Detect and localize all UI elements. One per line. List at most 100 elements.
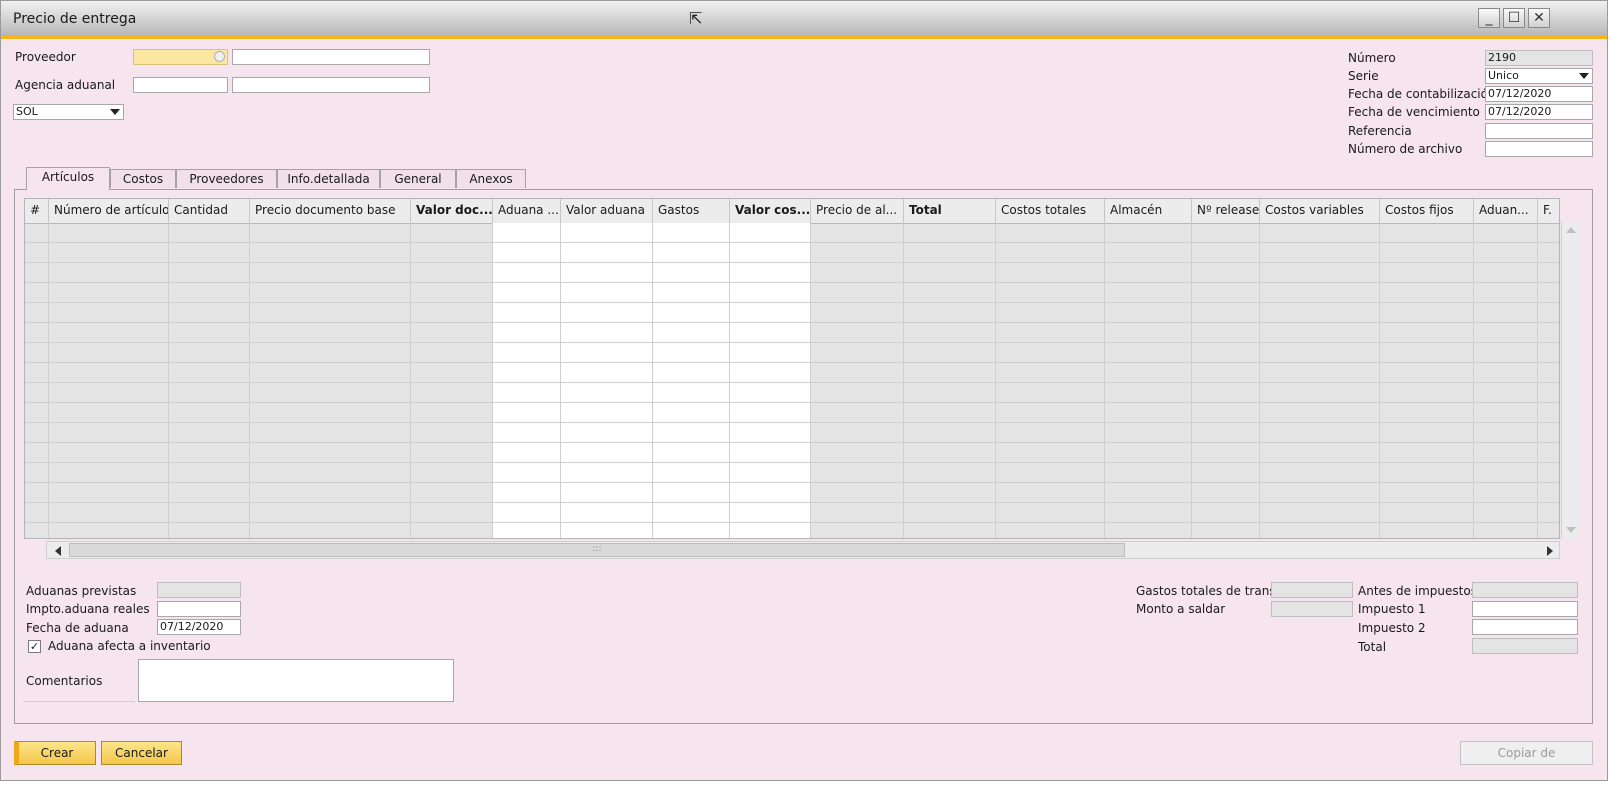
proveedor-label: Proveedor [15, 50, 76, 64]
proveedor-name-input[interactable] [232, 49, 430, 65]
grid-column[interactable] [25, 223, 49, 538]
chevron-down-icon [1579, 73, 1589, 79]
currency-select[interactable]: SOL [13, 104, 124, 120]
grid-column[interactable] [561, 223, 653, 538]
gastos-totales-transp-label: Gastos totales de transp [1136, 584, 1271, 598]
col-header-cantidad[interactable]: Cantidad [169, 199, 250, 223]
col-header-valor-costo[interactable]: Valor cos... [730, 199, 811, 223]
maximize-icon[interactable]: ☐ [1503, 8, 1525, 28]
serie-select[interactable]: Unico [1485, 68, 1593, 84]
numero-label: Número [1348, 51, 1396, 65]
scroll-thumb[interactable]: ::: [69, 543, 1125, 557]
monto-a-saldar-label: Monto a saldar [1136, 602, 1226, 616]
mouse-cursor-icon: ⇱ [689, 9, 703, 28]
grid-vertical-scrollbar[interactable] [1561, 221, 1580, 539]
col-header-costos-fijos[interactable]: Costos fijos [1380, 199, 1474, 223]
referencia-input[interactable] [1485, 123, 1593, 139]
title-bar[interactable]: Precio de entrega _ ☐ ✕ [1, 1, 1607, 39]
col-header-valor-doc[interactable]: Valor doc... [411, 199, 493, 223]
tab-costos[interactable]: Costos [110, 169, 176, 188]
impuesto-1-input[interactable] [1472, 601, 1578, 617]
grid-column[interactable] [1474, 223, 1538, 538]
impto-aduana-reales-input[interactable] [157, 601, 241, 617]
impuesto-2-input[interactable] [1472, 619, 1578, 635]
tab-anexos[interactable]: Anexos [456, 169, 526, 188]
impuesto-1-label: Impuesto 1 [1358, 602, 1426, 616]
grid-column[interactable] [49, 223, 169, 538]
articulos-grid[interactable]: # Número de artículo Cantidad Precio doc… [24, 198, 1560, 539]
total-field [1472, 638, 1578, 654]
antes-impuestos-label: Antes de impuestos [1358, 584, 1477, 598]
fecha-vencimiento-input[interactable]: 07/12/2020 [1485, 104, 1593, 120]
col-header-costos-variables[interactable]: Costos variables [1260, 199, 1380, 223]
grid-horizontal-scrollbar[interactable]: ::: [46, 541, 1560, 559]
numero-archivo-input[interactable] [1485, 141, 1593, 157]
serie-label: Serie [1348, 69, 1379, 83]
fecha-contabilizacion-input[interactable]: 07/12/2020 [1485, 86, 1593, 102]
grid-column[interactable] [1380, 223, 1474, 538]
grid-column[interactable] [169, 223, 250, 538]
gastos-totales-transp-field [1271, 582, 1353, 598]
grid-column[interactable] [653, 223, 730, 538]
scroll-left-icon[interactable] [55, 546, 61, 556]
grid-column[interactable] [1105, 223, 1192, 538]
col-header-index[interactable]: # [25, 199, 49, 223]
col-header-precio-almacen[interactable]: Precio de al... [811, 199, 904, 223]
scroll-up-icon[interactable] [1566, 227, 1576, 233]
col-header-almacen[interactable]: Almacén [1105, 199, 1192, 223]
col-header-aduan[interactable]: Aduan... [1474, 199, 1538, 223]
grid-column[interactable] [996, 223, 1105, 538]
lookup-icon[interactable] [214, 51, 225, 62]
grid-column[interactable] [1260, 223, 1380, 538]
currency-value: SOL [16, 105, 38, 118]
tab-info-detallada[interactable]: Info.detallada [277, 169, 380, 188]
aduana-afecta-inventario-label: Aduana afecta a inventario [48, 639, 211, 653]
agencia-name-input[interactable] [232, 77, 430, 93]
proveedor-code-input[interactable] [133, 49, 228, 65]
aduana-afecta-inventario-checkbox[interactable]: ✓ [28, 640, 41, 653]
grid-column[interactable] [1538, 223, 1559, 538]
grid-column[interactable] [811, 223, 904, 538]
grid-header: # Número de artículo Cantidad Precio doc… [25, 199, 1559, 224]
copiar-de-button[interactable]: Copiar de [1460, 741, 1593, 765]
tab-articulos[interactable]: Artículos [26, 167, 110, 190]
col-header-precio-doc-base[interactable]: Precio documento base [250, 199, 411, 223]
antes-impuestos-field [1472, 582, 1578, 598]
grid-column[interactable] [730, 223, 811, 538]
serie-value: Unico [1488, 69, 1519, 82]
grid-column[interactable] [493, 223, 561, 538]
col-header-numero-articulo[interactable]: Número de artículo [49, 199, 169, 223]
col-header-gastos[interactable]: Gastos [653, 199, 730, 223]
referencia-label: Referencia [1348, 124, 1412, 138]
minimize-icon[interactable]: _ [1478, 8, 1500, 28]
agencia-aduanal-label: Agencia aduanal [15, 78, 116, 92]
scroll-right-icon[interactable] [1547, 546, 1553, 556]
tab-general[interactable]: General [380, 169, 456, 188]
total-label: Total [1358, 640, 1387, 654]
tab-proveedores[interactable]: Proveedores [176, 169, 277, 188]
crear-button[interactable]: Crear [14, 741, 96, 765]
grid-body[interactable] [25, 223, 1559, 538]
numero-archivo-label: Número de archivo [1348, 142, 1463, 156]
close-icon[interactable]: ✕ [1528, 8, 1550, 28]
window-title: Precio de entrega [13, 11, 137, 27]
monto-a-saldar-field [1271, 601, 1353, 617]
aduanas-previstas-field [157, 582, 241, 598]
fecha-vencimiento-label: Fecha de vencimiento [1348, 105, 1480, 119]
scroll-down-icon[interactable] [1566, 527, 1576, 533]
col-header-f[interactable]: F. [1538, 199, 1559, 223]
col-header-total[interactable]: Total [904, 199, 996, 223]
comentarios-textarea[interactable] [138, 659, 454, 702]
fecha-aduana-input[interactable]: 07/12/2020 [157, 619, 241, 635]
grid-column[interactable] [904, 223, 996, 538]
fecha-aduana-label: Fecha de aduana [26, 621, 129, 635]
grid-column[interactable] [411, 223, 493, 538]
agencia-code-input[interactable] [133, 77, 228, 93]
cancelar-button[interactable]: Cancelar [101, 741, 182, 765]
grid-column[interactable] [250, 223, 411, 538]
col-header-aduana[interactable]: Aduana ... [493, 199, 561, 223]
col-header-costos-totales[interactable]: Costos totales [996, 199, 1105, 223]
col-header-valor-aduana[interactable]: Valor aduana [561, 199, 653, 223]
grid-column[interactable] [1192, 223, 1260, 538]
col-header-n-release[interactable]: Nº release [1192, 199, 1260, 223]
